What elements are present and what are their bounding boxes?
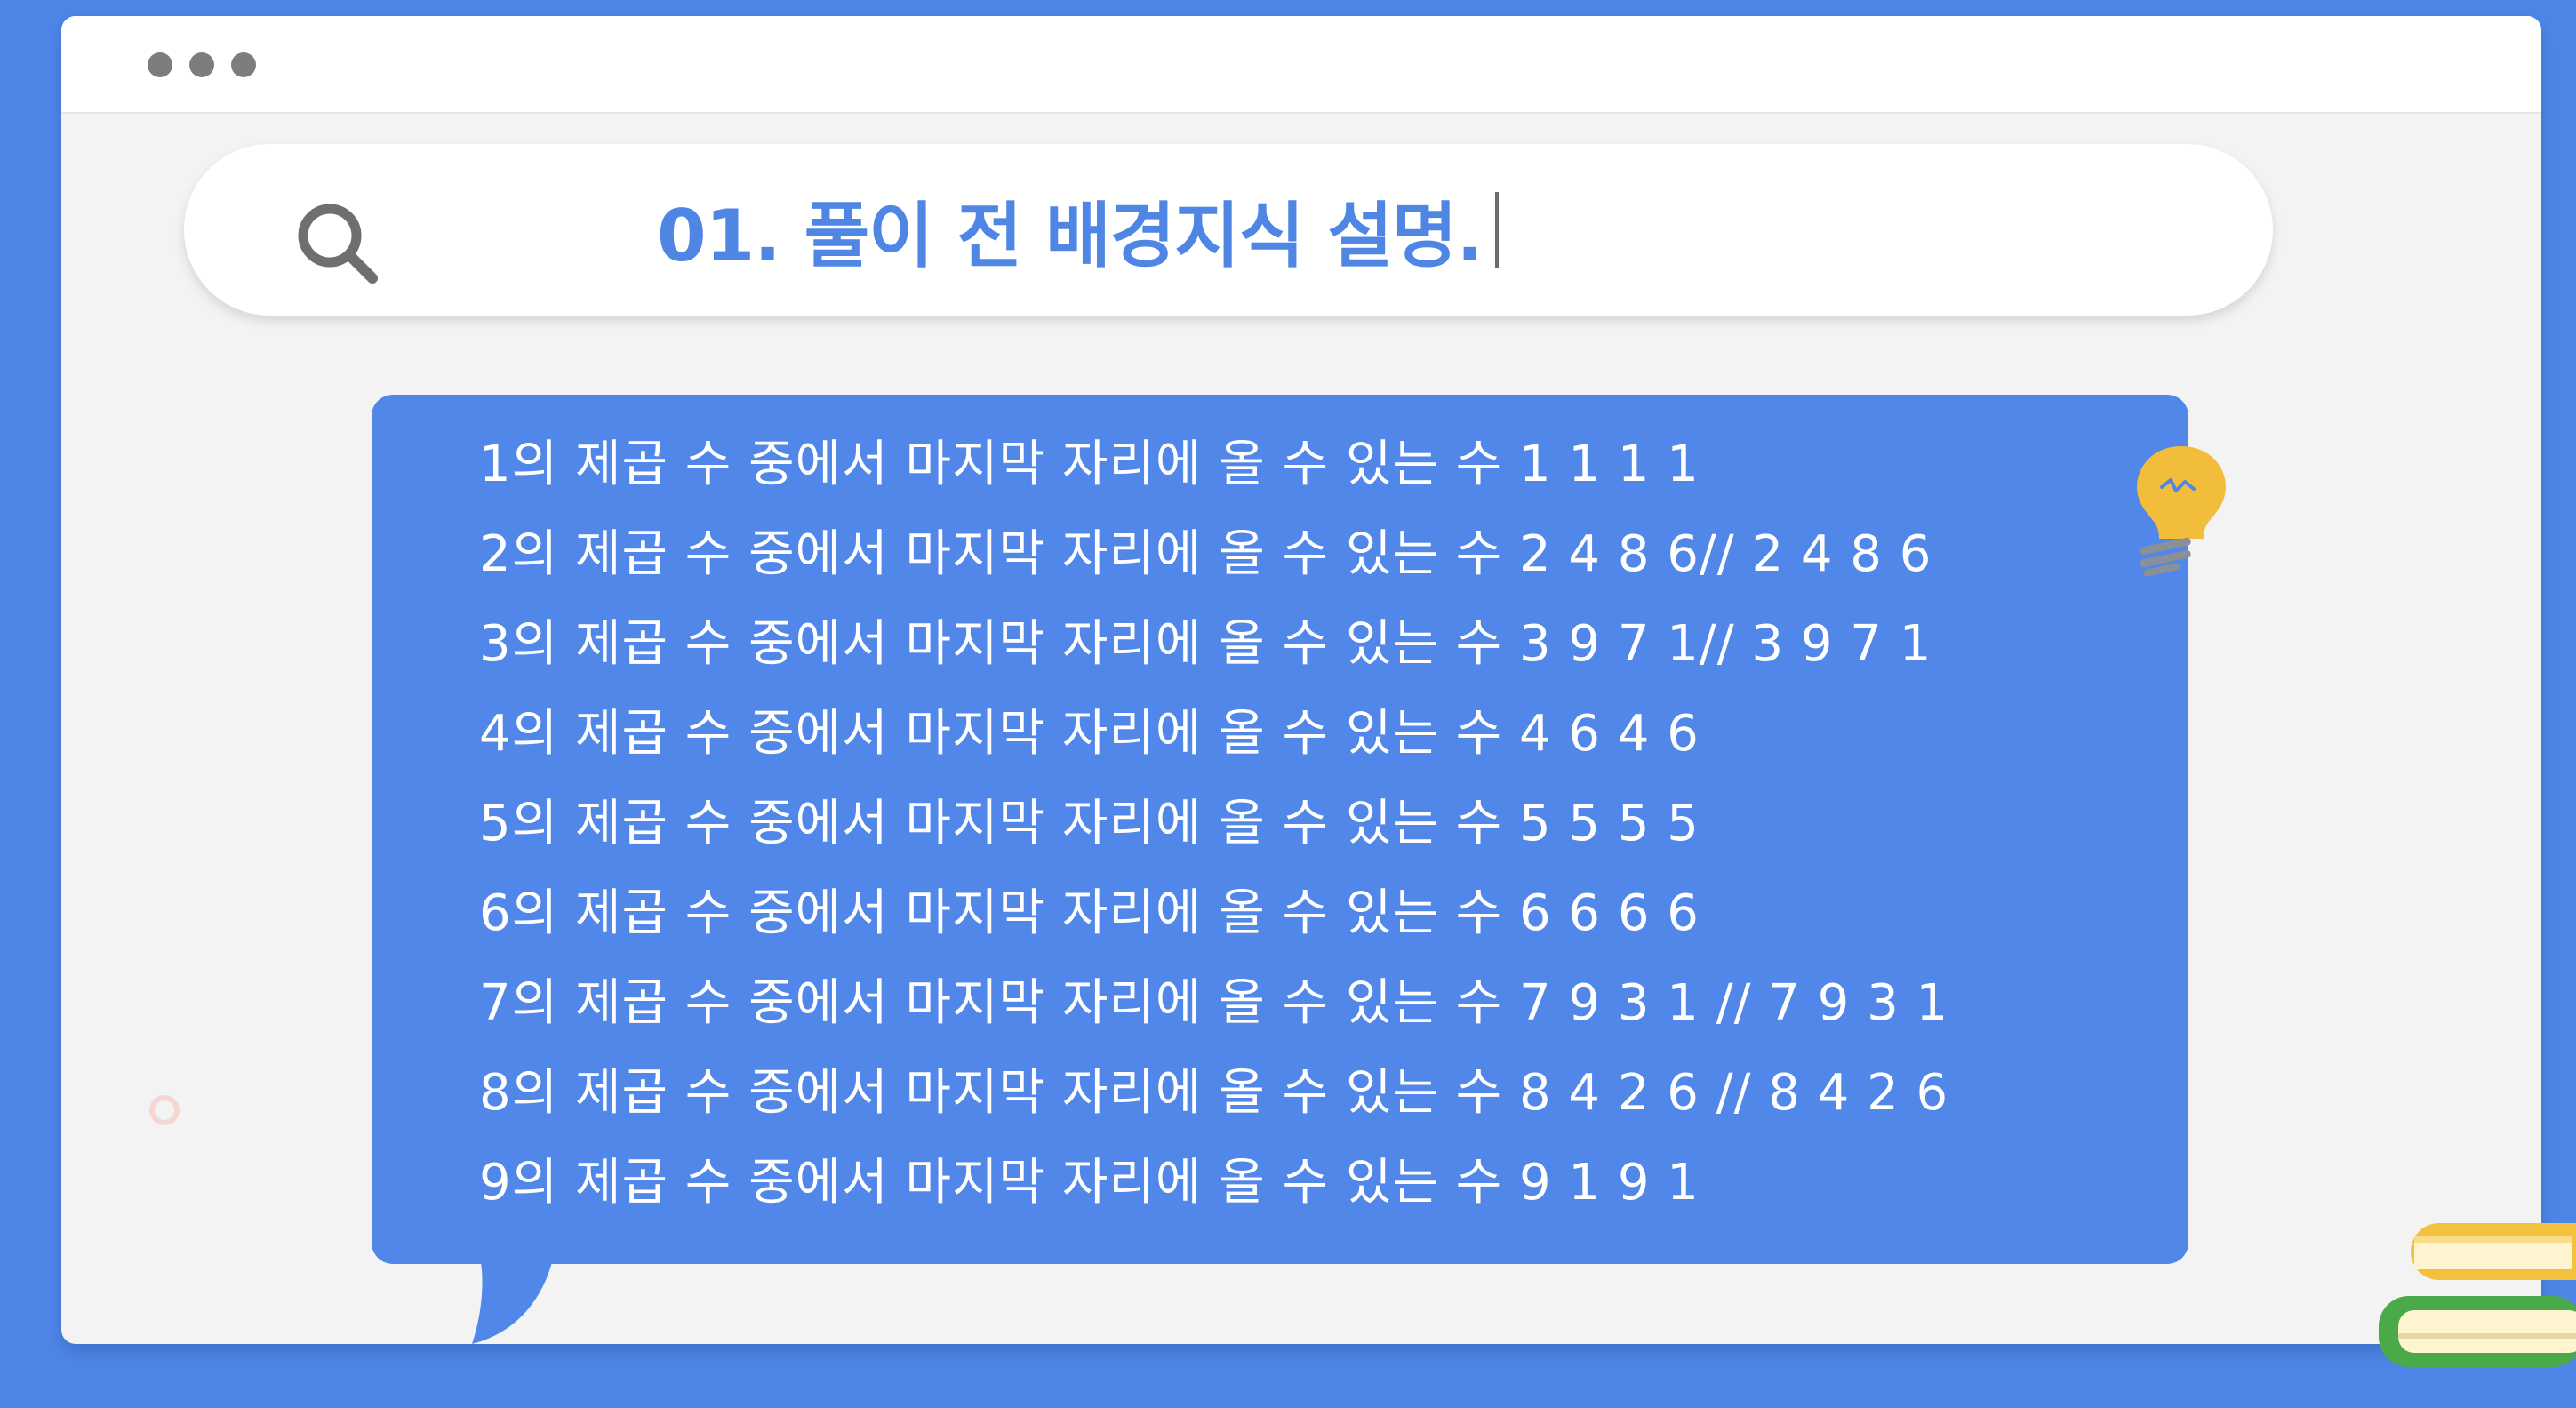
bubble-line-9: 9의 제곱 수 중에서 마지막 자리에 올 수 있는 수 9 1 9 1 xyxy=(479,1154,1700,1212)
search-icon[interactable] xyxy=(292,198,381,287)
search-query-text: 01. 풀이 전 배경지식 설명. xyxy=(657,194,1484,277)
bubble-text-lines: 1의 제곱 수 중에서 마지막 자리에 올 수 있는 수 1 1 1 1 2의 … xyxy=(479,420,2168,1228)
window-control-dot[interactable] xyxy=(189,52,214,77)
books-icon xyxy=(2379,1223,2576,1367)
lightbulb-icon xyxy=(2137,446,2226,576)
window-titlebar xyxy=(61,16,2541,114)
window-control-dot[interactable] xyxy=(231,52,256,77)
window-controls xyxy=(148,52,256,77)
bubble-line-4: 4의 제곱 수 중에서 마지막 자리에 올 수 있는 수 4 6 4 6 xyxy=(479,705,1700,763)
text-caret xyxy=(1494,191,1499,268)
bubble-line-7: 7의 제곱 수 중에서 마지막 자리에 올 수 있는 수 7 9 3 1 // … xyxy=(479,974,1949,1032)
bubble-line-8: 8의 제곱 수 중에서 마지막 자리에 올 수 있는 수 8 4 2 6 // … xyxy=(479,1064,1949,1122)
slide-canvas: 01. 풀이 전 배경지식 설명. 1의 제곱 수 중에서 마지막 자리에 올 … xyxy=(0,0,2576,1408)
ring-icon xyxy=(149,1095,180,1125)
bubble-line-3: 3의 제곱 수 중에서 마지막 자리에 올 수 있는 수 3 9 7 1// 3… xyxy=(479,615,1932,673)
speech-bubble-tail xyxy=(472,1262,552,1344)
bubble-line-6: 6의 제곱 수 중에서 마지막 자리에 올 수 있는 수 6 6 6 6 xyxy=(479,884,1700,942)
bubble-line-5: 5의 제곱 수 중에서 마지막 자리에 올 수 있는 수 5 5 5 5 xyxy=(479,795,1700,852)
window-control-dot[interactable] xyxy=(148,52,172,77)
search-bar[interactable]: 01. 풀이 전 배경지식 설명. xyxy=(184,144,2273,316)
bubble-line-2: 2의 제곱 수 중에서 마지막 자리에 올 수 있는 수 2 4 8 6// 2… xyxy=(479,525,1932,583)
search-input[interactable]: 01. 풀이 전 배경지식 설명. xyxy=(657,144,1499,316)
bubble-line-1: 1의 제곱 수 중에서 마지막 자리에 올 수 있는 수 1 1 1 1 xyxy=(479,436,1700,493)
